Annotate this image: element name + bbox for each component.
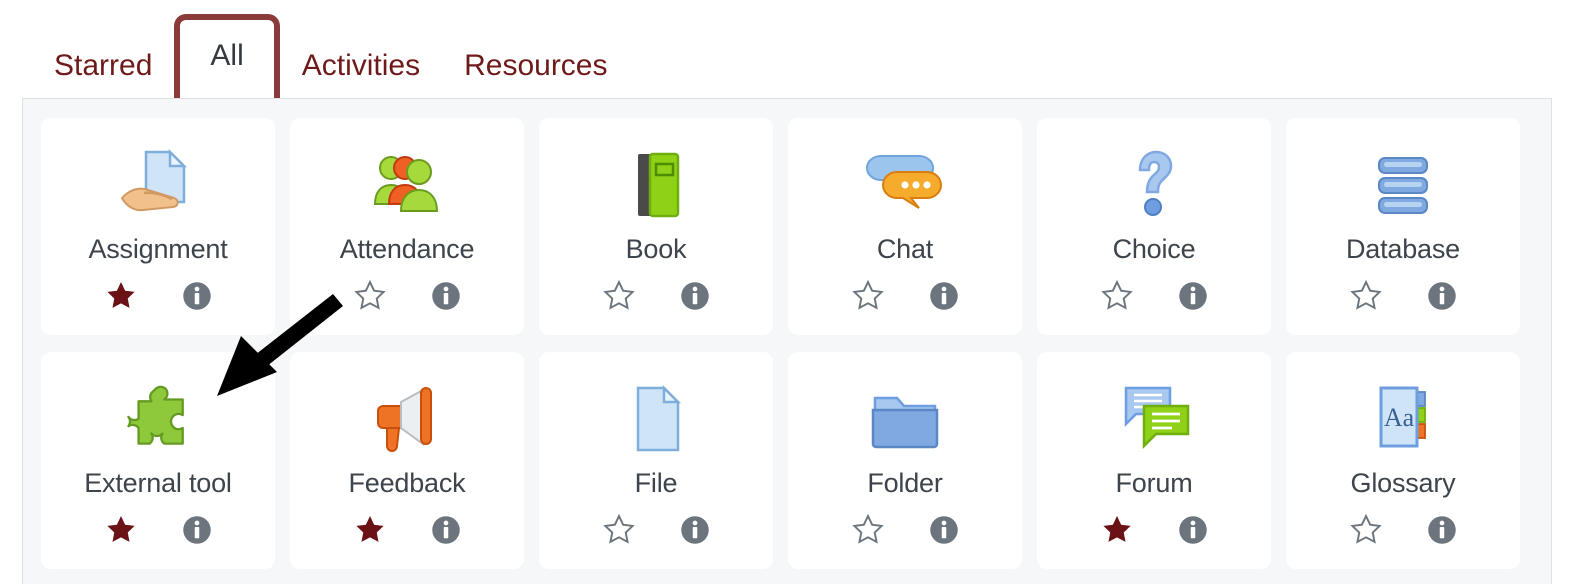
activity-card-label: Database — [1346, 234, 1460, 264]
file-page-icon — [614, 374, 698, 464]
star-empty-icon[interactable] — [1100, 279, 1134, 317]
assignment-hand-document-icon — [116, 140, 200, 230]
info-icon[interactable] — [182, 515, 212, 550]
card-actions — [104, 279, 212, 317]
info-icon[interactable] — [1427, 281, 1457, 316]
forum-bubbles-icon — [1112, 374, 1196, 464]
star-empty-icon[interactable] — [602, 279, 636, 317]
activity-card-file[interactable]: File — [539, 352, 773, 569]
info-icon[interactable] — [680, 515, 710, 550]
activity-card-assignment[interactable]: Assignment — [41, 118, 275, 335]
chat-bubbles-icon — [863, 140, 947, 230]
folder-icon — [863, 374, 947, 464]
activity-card-folder[interactable]: Folder — [788, 352, 1022, 569]
info-icon[interactable] — [929, 515, 959, 550]
info-icon[interactable] — [680, 281, 710, 316]
book-icon — [614, 140, 698, 230]
star-filled-icon[interactable] — [104, 279, 138, 317]
star-empty-icon[interactable] — [851, 513, 885, 551]
activity-card-label: Choice — [1112, 234, 1196, 264]
card-actions — [1100, 279, 1208, 317]
info-icon[interactable] — [431, 281, 461, 316]
activity-card-label: Assignment — [88, 234, 228, 264]
card-actions — [353, 279, 461, 317]
star-empty-icon[interactable] — [353, 279, 387, 317]
activity-card-forum[interactable]: Forum — [1037, 352, 1271, 569]
activity-card-glossary[interactable]: Aa Glossary — [1286, 352, 1520, 569]
tab-resources[interactable]: Resources — [442, 34, 629, 98]
info-icon[interactable] — [431, 515, 461, 550]
activity-card-label: Book — [625, 234, 687, 264]
activity-card-label: Folder — [867, 468, 943, 498]
activity-card-database[interactable]: Database — [1286, 118, 1520, 335]
star-filled-icon[interactable] — [104, 513, 138, 551]
activity-card-feedback[interactable]: Feedback — [290, 352, 524, 569]
activity-card-label: Feedback — [348, 468, 466, 498]
star-empty-icon[interactable] — [1349, 513, 1383, 551]
activity-card-label: File — [634, 468, 678, 498]
feedback-megaphone-icon — [365, 374, 449, 464]
external-tool-puzzle-icon — [116, 374, 200, 464]
star-empty-icon[interactable] — [851, 279, 885, 317]
info-icon[interactable] — [1178, 281, 1208, 316]
card-actions — [1100, 513, 1208, 551]
card-actions — [1349, 513, 1457, 551]
activity-row: Assignment Attendance Book Chat Choice D… — [41, 118, 1551, 335]
activity-card-choice[interactable]: Choice — [1037, 118, 1271, 335]
card-actions — [104, 513, 212, 551]
info-icon[interactable] — [1178, 515, 1208, 550]
info-icon[interactable] — [1427, 515, 1457, 550]
attendance-people-icon — [365, 140, 449, 230]
card-actions — [353, 513, 461, 551]
tab-activities[interactable]: Activities — [280, 34, 442, 98]
activity-chooser-tabs: Starred All Activities Resources — [0, 0, 1572, 98]
activity-grid-panel: Assignment Attendance Book Chat Choice D… — [22, 98, 1552, 584]
tab-starred[interactable]: Starred — [32, 34, 174, 98]
card-actions — [851, 279, 959, 317]
glossary-aa-card-icon: Aa — [1361, 374, 1445, 464]
database-stack-icon — [1361, 140, 1445, 230]
star-empty-icon[interactable] — [1349, 279, 1383, 317]
star-filled-icon[interactable] — [1100, 513, 1134, 551]
activity-card-attendance[interactable]: Attendance — [290, 118, 524, 335]
star-empty-icon[interactable] — [602, 513, 636, 551]
card-actions — [1349, 279, 1457, 317]
activity-card-chat[interactable]: Chat — [788, 118, 1022, 335]
info-icon[interactable] — [182, 281, 212, 316]
tab-all[interactable]: All — [174, 14, 280, 98]
choice-question-mark-icon — [1112, 140, 1196, 230]
activity-card-label: External tool — [84, 468, 232, 498]
activity-card-label: Forum — [1115, 468, 1193, 498]
card-actions — [602, 279, 710, 317]
activity-card-label: Chat — [876, 234, 934, 264]
star-filled-icon[interactable] — [353, 513, 387, 551]
info-icon[interactable] — [929, 281, 959, 316]
activity-row: External tool Feedback File Folder Forum… — [41, 352, 1551, 569]
activity-card-external-tool[interactable]: External tool — [41, 352, 275, 569]
activity-card-book[interactable]: Book — [539, 118, 773, 335]
svg-text:Aa: Aa — [1384, 403, 1415, 432]
card-actions — [602, 513, 710, 551]
activity-card-label: Glossary — [1350, 468, 1456, 498]
card-actions — [851, 513, 959, 551]
activity-card-label: Attendance — [339, 234, 475, 264]
